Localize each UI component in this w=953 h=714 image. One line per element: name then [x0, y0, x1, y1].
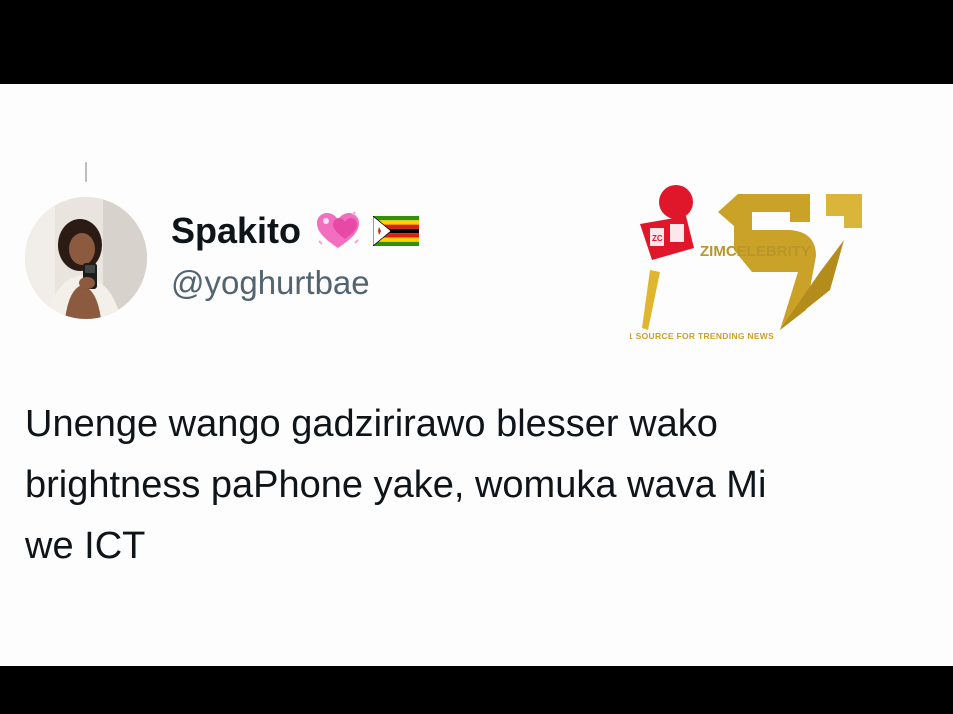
avatar-photo-icon — [25, 197, 147, 319]
mic-label: ZC — [652, 234, 663, 243]
thread-connector-line — [85, 162, 87, 182]
bottom-black-border — [0, 666, 953, 714]
heart-icon — [315, 211, 361, 251]
tweet-text-line-3: we ICT — [25, 525, 146, 567]
zimcelebrity-watermark-logo: ZC ZIMCELEBRITY No1 SOURCE FOR TRENDING … — [630, 180, 900, 360]
tweet-text-line-1: Unenge wango gadzirirawo blesser wako — [25, 403, 718, 445]
avatar[interactable] — [25, 197, 147, 319]
author-display-name[interactable]: Spakito — [171, 210, 301, 252]
top-black-border — [0, 0, 953, 84]
author-name-row: Spakito — [171, 208, 420, 254]
watermark-tagline: No1 SOURCE FOR TRENDING NEWS — [630, 331, 774, 341]
zimbabwe-flag-icon — [372, 215, 420, 247]
author-handle[interactable]: @yoghurtbae — [171, 264, 370, 302]
tweet-body-text: Unenge wango gadzirirawo blesser wako br… — [25, 394, 953, 577]
tweet-text-line-2: brightness paPhone yake, womuka wava Mi — [25, 464, 767, 506]
tweet-card: Spakito @yoghurtbae ZC ZIMCELEBRITY No1 … — [0, 84, 953, 666]
watermark-brand-text: ZIMCELEBRITY — [700, 243, 811, 260]
